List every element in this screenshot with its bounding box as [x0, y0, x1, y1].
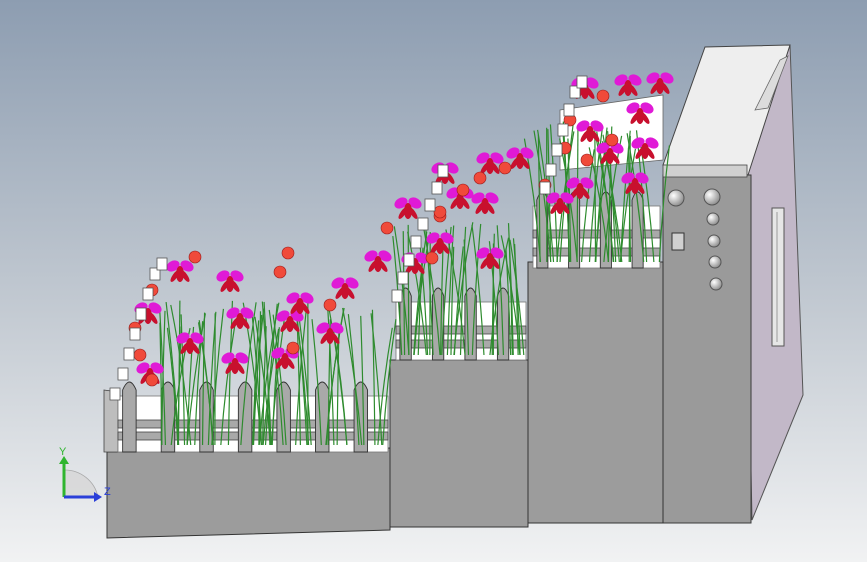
- flower-bud: [273, 265, 287, 279]
- fence-post-cap: [142, 287, 154, 301]
- fence-post-cap: [397, 271, 409, 285]
- planter-3d-model[interactable]: Y Z: [0, 0, 867, 562]
- orchid-flower: [621, 172, 649, 194]
- fence-post-cap: [135, 307, 147, 321]
- axis-triad[interactable]: Y Z: [59, 446, 111, 502]
- flower-bud: [456, 183, 470, 197]
- orchid-flower: [394, 197, 422, 219]
- fence-post-cap: [557, 123, 569, 137]
- flower-bud: [605, 133, 619, 147]
- fence-post-cap: [563, 103, 575, 117]
- orchid-flower: [286, 292, 314, 314]
- orchid-flower: [216, 270, 244, 292]
- display-slot[interactable]: [671, 232, 685, 251]
- fence-post-cap: [123, 347, 135, 361]
- tier2-front-box: [389, 359, 529, 528]
- orchid-flower: [471, 192, 499, 214]
- grass-blade: [407, 224, 410, 356]
- flower-bud: [433, 205, 447, 219]
- round-button[interactable]: [709, 277, 723, 291]
- orchid-flower: [226, 307, 254, 329]
- flower-bud: [425, 251, 439, 265]
- flower-bud: [281, 246, 295, 260]
- cad-viewport[interactable]: Y Z: [0, 0, 867, 562]
- round-button[interactable]: [667, 189, 685, 207]
- fence-post-cap: [109, 387, 121, 401]
- flower-bud: [380, 221, 394, 235]
- housing-front-strip: [662, 164, 748, 178]
- fence-post-cap: [545, 163, 557, 177]
- housing-front-face: [662, 174, 752, 524]
- flower-bud: [145, 373, 159, 387]
- orchid-flower: [364, 250, 392, 272]
- fence-post-cap: [156, 257, 168, 271]
- fence-post-cap: [129, 327, 141, 341]
- orchid-flower: [221, 352, 249, 374]
- orchid-flower: [166, 260, 194, 282]
- side-card-slot[interactable]: [771, 207, 785, 347]
- fence-post-cap: [424, 198, 436, 212]
- flower-bud: [580, 153, 594, 167]
- fence-post-cap: [403, 253, 415, 267]
- round-button[interactable]: [707, 234, 721, 248]
- fence-post-cap: [431, 181, 443, 195]
- fence-post-cap: [391, 289, 403, 303]
- flower-bud: [596, 89, 610, 103]
- flower-bud: [286, 341, 300, 355]
- planter-tier-2[interactable]: [389, 287, 529, 528]
- y-axis-label: Y: [59, 446, 67, 458]
- tier3-front-box: [527, 261, 664, 524]
- orchid-flower: [646, 72, 674, 94]
- fence-post-cap: [417, 217, 429, 231]
- round-button[interactable]: [703, 188, 721, 206]
- orchid-flower: [614, 74, 642, 96]
- fence-post-cap: [576, 75, 588, 89]
- planter-tier-1[interactable]: [103, 381, 391, 539]
- flower-bud: [473, 171, 487, 185]
- flower-bud: [498, 161, 512, 175]
- orchid-flower: [331, 277, 359, 299]
- fence-picket: [122, 381, 137, 453]
- flower-bud: [323, 298, 337, 312]
- control-housing[interactable]: [662, 44, 804, 524]
- tier1-front-box: [106, 447, 391, 539]
- triad-arc: [63, 469, 99, 498]
- flower-bud: [133, 348, 147, 362]
- fence-post-cap: [539, 181, 551, 195]
- fence-post-cap: [551, 143, 563, 157]
- z-axis-label: Z: [104, 486, 111, 498]
- round-button[interactable]: [706, 212, 720, 226]
- fence-post-cap: [437, 164, 449, 178]
- fence-post-cap: [117, 367, 129, 381]
- fence-post-cap: [410, 235, 422, 249]
- z-axis-arrow: [94, 492, 102, 502]
- flower-bud: [188, 250, 202, 264]
- round-button[interactable]: [708, 255, 722, 269]
